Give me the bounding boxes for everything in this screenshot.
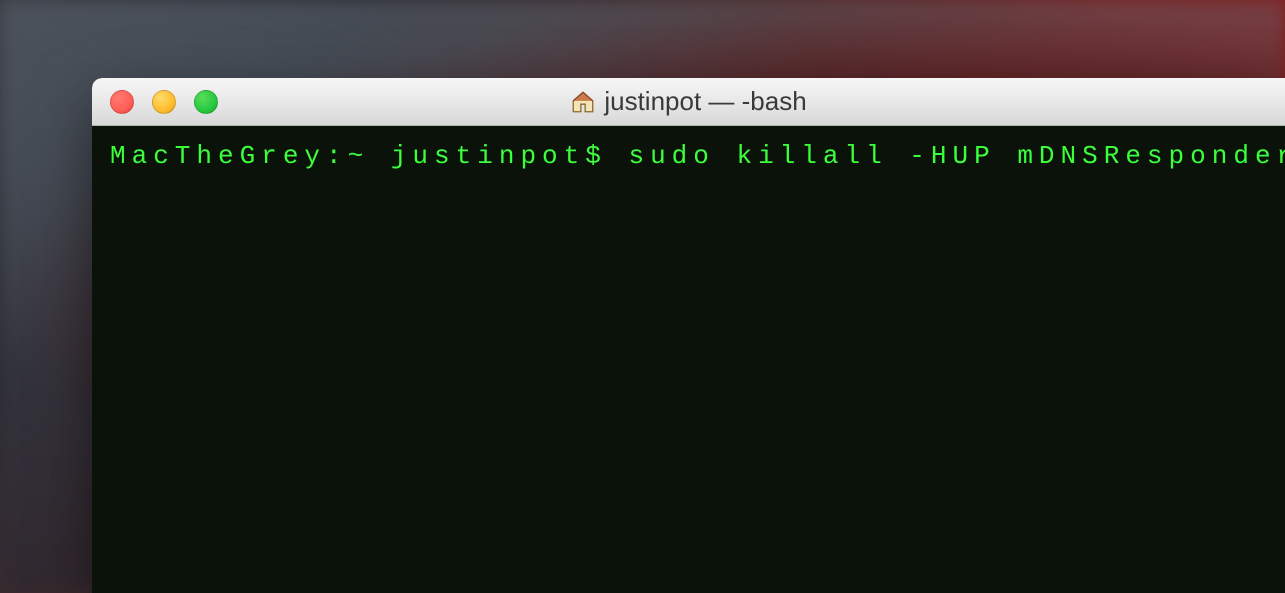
window-title: justinpot — -bash bbox=[604, 86, 806, 117]
home-icon bbox=[570, 89, 596, 115]
terminal-body[interactable]: MacTheGrey:~ justinpot$ sudo killall -HU… bbox=[92, 126, 1285, 188]
minimize-button[interactable] bbox=[152, 90, 176, 114]
terminal-window: justinpot — -bash MacTheGrey:~ justinpot… bbox=[92, 78, 1285, 593]
close-button[interactable] bbox=[110, 90, 134, 114]
terminal-prompt: MacTheGrey:~ justinpot$ bbox=[110, 141, 628, 171]
window-title-wrap: justinpot — -bash bbox=[92, 86, 1285, 117]
terminal-line: MacTheGrey:~ justinpot$ sudo killall -HU… bbox=[110, 140, 1267, 174]
terminal-command: sudo killall -HUP mDNSResponder bbox=[628, 141, 1285, 171]
maximize-button[interactable] bbox=[194, 90, 218, 114]
traffic-lights bbox=[110, 90, 218, 114]
window-titlebar[interactable]: justinpot — -bash bbox=[92, 78, 1285, 126]
